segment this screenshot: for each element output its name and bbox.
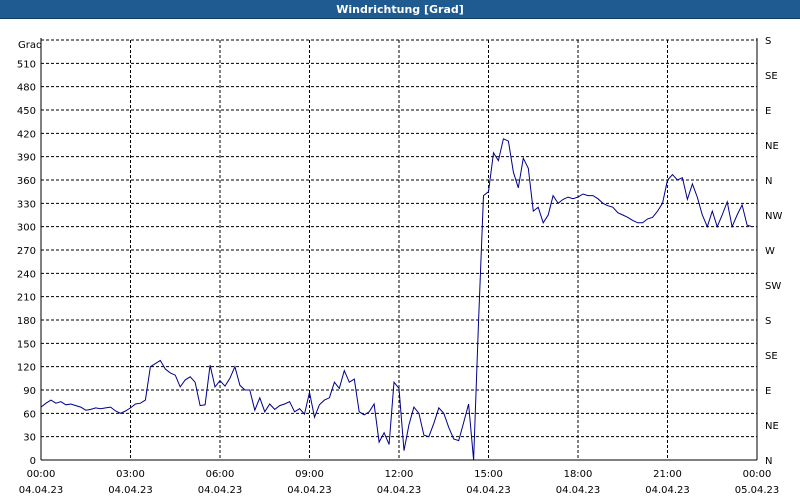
right-tick-label: NW [765, 211, 782, 222]
x-tick-time: 06:00 [206, 469, 235, 480]
y-tick-label: 300 [17, 223, 36, 234]
y-tick-label: 60 [23, 409, 36, 420]
x-tick-date: 04.04.23 [556, 485, 601, 496]
x-tick-time: 21:00 [653, 469, 682, 480]
right-tick-label: W [765, 246, 775, 257]
x-tick-date: 04.04.23 [466, 485, 511, 496]
series-layer [40, 138, 753, 461]
right-tick-label: SE [765, 351, 778, 362]
grid-layer [41, 39, 757, 460]
x-tick-time: 12:00 [385, 469, 414, 480]
y-tick-label: 90 [23, 386, 36, 397]
x-tick-date: 04.04.23 [645, 485, 690, 496]
x-tick-date: 04.04.23 [19, 485, 64, 496]
y-tick-label: 510 [17, 59, 36, 70]
x-tick-time: 09:00 [295, 469, 324, 480]
y-tick-label: 330 [17, 199, 36, 210]
right-tick-label: S [765, 316, 771, 327]
y-axis-label: Grad [18, 40, 42, 51]
x-tick-date: 04.04.23 [377, 485, 422, 496]
x-tick-time: 15:00 [474, 469, 503, 480]
right-tick-label: SE [765, 71, 778, 82]
right-tick-label: N [765, 176, 772, 187]
x-tick-time: 00:00 [743, 469, 772, 480]
y-tick-label: 390 [17, 153, 36, 164]
right-tick-label: NE [765, 141, 779, 152]
x-tick-time: 03:00 [116, 469, 145, 480]
y-tick-label: 0 [30, 456, 36, 467]
right-tick-label: N [765, 456, 772, 467]
x-tick-time: 18:00 [564, 469, 593, 480]
x-tick-date: 04.04.23 [287, 485, 332, 496]
y-tick-label: 270 [17, 246, 36, 257]
y-tick-label: 30 [23, 433, 36, 444]
y-tick-label: 120 [17, 363, 36, 374]
right-tick-label: NE [765, 421, 779, 432]
y-tick-label: 450 [17, 106, 36, 117]
y-tick-label: 360 [17, 176, 36, 187]
x-tick-date: 04.04.23 [198, 485, 243, 496]
x-tick-date: 05.04.23 [735, 485, 780, 496]
right-tick-label: S [765, 36, 771, 47]
y-tick-label: 240 [17, 269, 36, 280]
y-tick-label: 210 [17, 293, 36, 304]
y-tick-label: 480 [17, 83, 36, 94]
x-tick-date: 04.04.23 [108, 485, 153, 496]
x-tick-time: 00:00 [27, 469, 56, 480]
right-tick-label: E [765, 106, 771, 117]
right-tick-label: SW [765, 281, 781, 292]
wind-direction-chart: 0 30 60 90 120 150 180 210 240 270 300 330 360 390 420… [17, 36, 783, 496]
data-line [40, 138, 753, 461]
y-tick-label: 180 [17, 316, 36, 327]
y-tick-label: 420 [17, 129, 36, 140]
right-tick-label: E [765, 386, 771, 397]
y-tick-label: 150 [17, 339, 36, 350]
